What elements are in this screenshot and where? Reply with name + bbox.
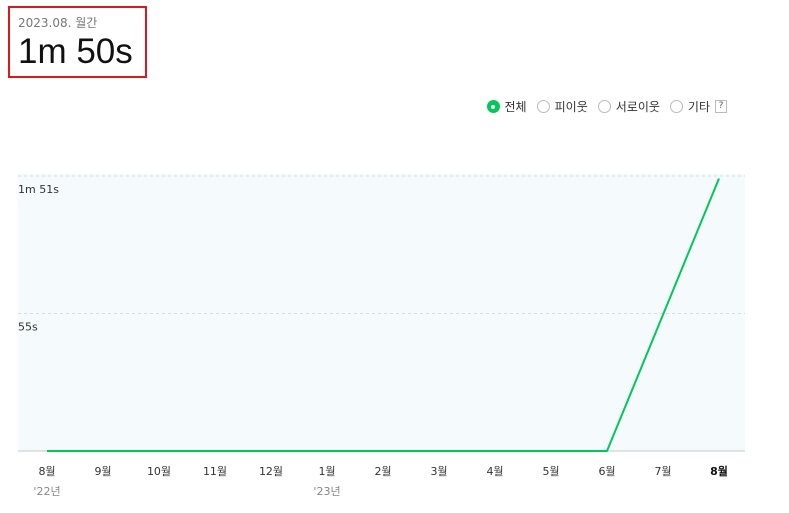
x-tick-label: 10월 <box>147 465 171 478</box>
x-tick-label: 12월 <box>259 465 283 478</box>
x-tick-label: 11월 <box>203 465 227 478</box>
x-tick-label: 8월 <box>710 464 728 478</box>
x-tick-label: 3월 <box>430 465 447 478</box>
x-tick-label: 9월 <box>94 465 111 478</box>
x-tick-label: 5월 <box>542 465 559 478</box>
x-tick-label: 7월 <box>654 465 671 478</box>
year-label: '23년 <box>313 485 340 498</box>
y-tick-label: 1m 51s <box>18 183 59 196</box>
x-tick-label: 1월 <box>318 465 335 478</box>
x-tick-label: 6월 <box>598 465 615 478</box>
year-label: '22년 <box>33 485 60 498</box>
x-tick-label: 4월 <box>486 465 503 478</box>
y-tick-label: 55s <box>18 321 38 334</box>
x-tick-label: 8월 <box>38 465 55 478</box>
trend-chart: 1m 51s 55s 8월 9월 10월 11월 12월 1월 2월 3월 4월 5월 6월 7월 8월 '2… <box>18 174 745 498</box>
x-tick-label: 2월 <box>374 465 391 478</box>
plot-area <box>18 174 745 451</box>
